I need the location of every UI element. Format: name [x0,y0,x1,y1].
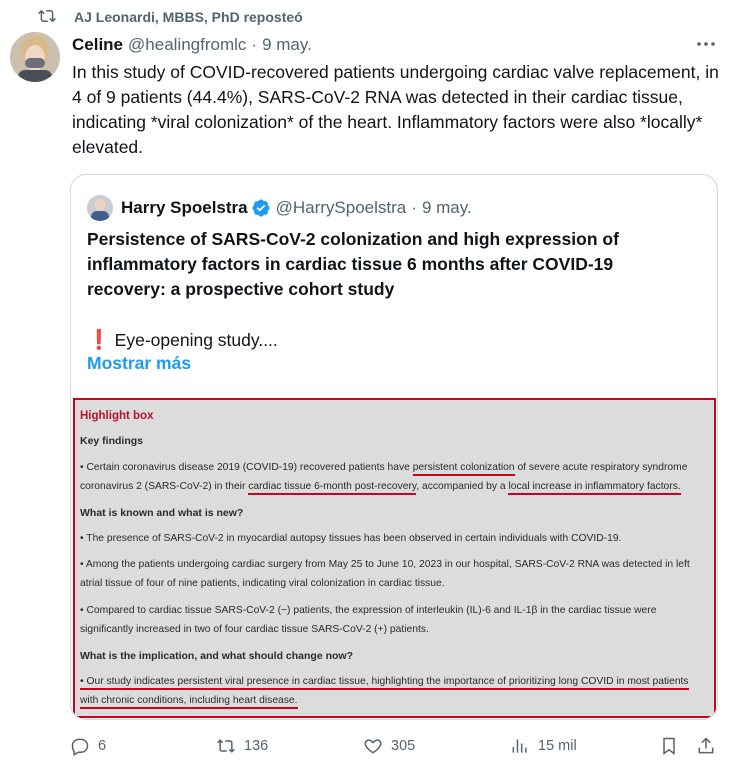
separator: · [251,35,258,54]
retweet-icon [217,739,235,753]
key-finding-line: coronavirus 2 (SARS-CoV-2) in their card… [80,481,681,495]
quote-teaser-text: Eye-opening study.... [114,329,278,350]
underlined-text: persistent colonization [412,462,515,476]
implication-line: with chronic conditions, including heart… [80,695,298,709]
author-avatar[interactable] [10,32,60,82]
known-line: • Among the patients undergoing cardiac … [80,559,690,570]
repost-icon [38,7,56,28]
repost-text[interactable]: AJ Leonardi, MBBS, PhD reposteó [74,9,303,25]
quote-author-name[interactable]: Harry Spoelstra [121,198,248,218]
quote-author-handle[interactable]: @HarrySpoelstra [276,198,407,218]
underlined-text: cardiac tissue 6-month post-recovery [248,481,417,495]
tweet-header: Celine @healingfromlc · 9 may. [72,34,726,56]
like-button[interactable]: 305 [363,736,415,756]
views-button[interactable]: 15 mil [510,736,577,756]
implication-line: • Our study indicates persistent viral p… [80,676,689,690]
underlined-text: with chronic conditions, including heart… [80,695,298,709]
reply-count: 6 [98,738,107,754]
quote-teaser: ❗ Eye-opening study.... [87,328,278,352]
key-finding-line: • Certain coronavirus disease 2019 (COVI… [80,462,688,476]
views-icon [512,739,527,753]
known-line: atrial tissue of four of nine patients, … [80,578,445,589]
known-line: • Compared to cardiac tissue SARS-CoV-2 … [80,605,657,616]
retweet-count: 136 [244,738,269,754]
more-icon[interactable] [696,36,716,52]
show-more-link[interactable]: Mostrar más [87,353,191,374]
tweet-text: In this study of COVID-recovered patient… [72,62,719,157]
repost-banner[interactable]: AJ Leonardi, MBBS, PhD reposteó [38,6,303,28]
separator: · [411,198,417,217]
known-line: • The presence of SARS-CoV-2 in myocardi… [80,533,622,544]
share-button[interactable] [696,736,716,756]
share-icon [698,737,714,754]
quote-author-avatar [87,195,113,221]
implication-heading: What is the implication, and what should… [80,650,354,662]
underlined-text: local increase in inflammatory factors. [508,481,681,495]
reply-button[interactable]: 6 [70,736,106,756]
known-heading: What is known and what is new? [80,507,244,519]
text-segment: of severe acute respiratory syndrome [514,462,688,473]
text-segment: • Certain coronavirus disease 2019 (COVI… [80,462,413,473]
known-line: significantly increased in two of four c… [80,624,429,635]
action-bar: 6 136 305 15 mil [70,736,720,760]
verified-badge-icon [251,198,271,218]
quote-header: Harry Spoelstra @HarrySpoelstra · 9 may. [87,195,472,221]
underlined-text: • Our study indicates persistent viral p… [80,676,689,690]
reply-icon [71,738,89,756]
quoted-tweet-card[interactable]: Harry Spoelstra @HarrySpoelstra · 9 may.… [70,174,718,720]
highlight-box-title: Highlight box [80,410,154,422]
like-icon [364,739,382,754]
quote-headline: Persistence of SARS-CoV-2 colonization a… [87,229,619,299]
tweet-date[interactable]: 9 may. [262,35,312,55]
bookmark-icon [663,737,675,755]
like-count: 305 [391,738,416,754]
views-count: 15 mil [538,738,577,754]
text-segment: , accompanied by a [416,481,509,492]
author-handle[interactable]: @healingfromlc [128,35,246,55]
retweet-button[interactable]: 136 [216,736,268,756]
author-name[interactable]: Celine [72,35,123,55]
text-segment: coronavirus 2 (SARS-CoV-2) in their [80,481,249,492]
key-findings-heading: Key findings [80,435,144,447]
quote-date[interactable]: 9 may. [422,198,472,218]
bookmark-button[interactable] [659,736,679,756]
highlight-box-image[interactable]: Highlight box Key findings • Certain cor… [73,398,716,718]
exclamation-icon: ❗ [87,330,111,351]
